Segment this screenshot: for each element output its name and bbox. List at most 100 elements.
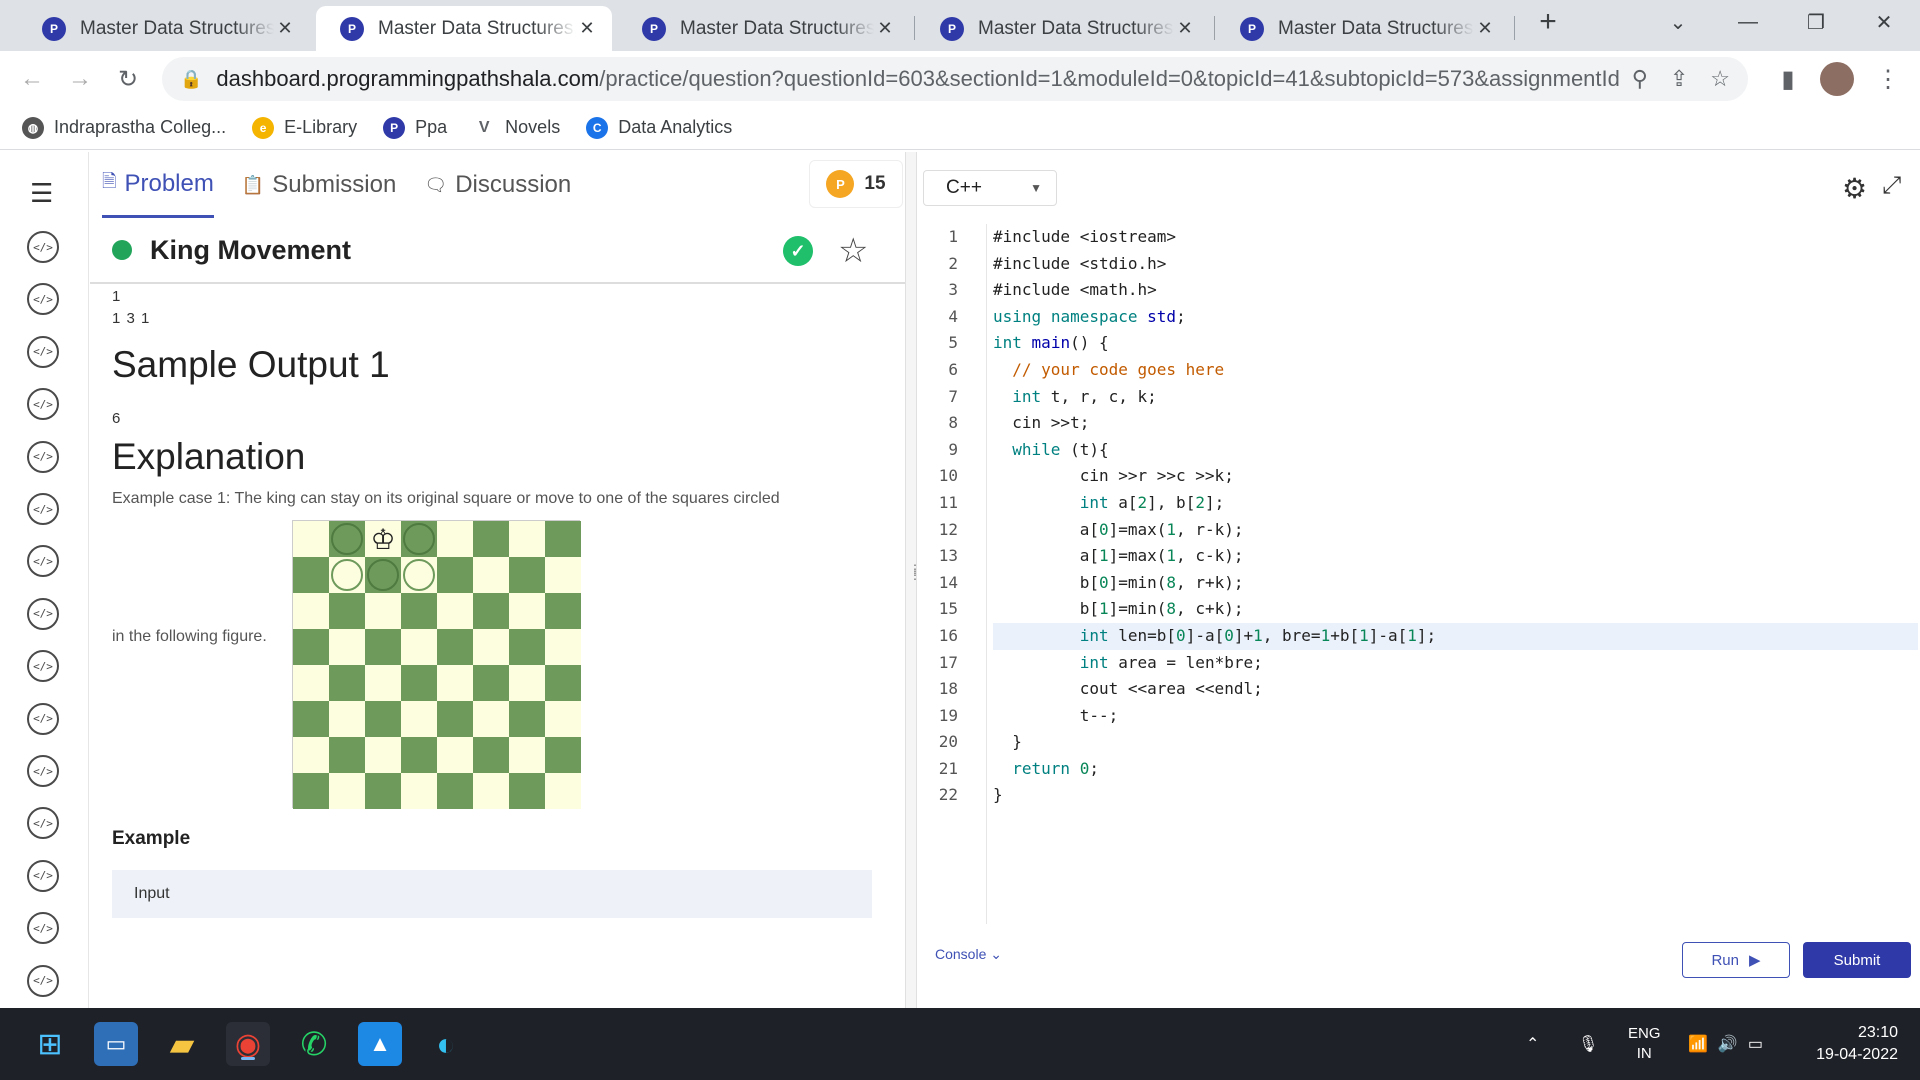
browser-tab-4[interactable]: P Master Data Structures, A ✕ (916, 6, 1210, 51)
zoom-icon[interactable]: ⚲ (1632, 66, 1648, 92)
site-favicon-icon: P (42, 16, 66, 41)
close-tab-icon[interactable]: ✕ (1174, 18, 1196, 39)
tab-discussion[interactable]: 🗨 Discussion (424, 152, 571, 218)
system-status[interactable]: 📶 🔊 ▭ (1688, 1008, 1763, 1080)
tab-problem[interactable]: 🗎 Problem (102, 152, 214, 218)
microphone-icon[interactable]: 🎙 (1578, 1008, 1598, 1080)
question-nav-code-icon[interactable]: </> (27, 964, 59, 997)
run-button[interactable]: Run ▶ (1682, 942, 1790, 978)
browser-menu-icon[interactable]: ⋮ (1870, 61, 1906, 97)
code-line[interactable]: #include <iostream> (993, 224, 1918, 251)
panel-resize-handle[interactable]: ⋮ ⋮ (905, 152, 921, 1008)
question-nav-code-icon[interactable]: </> (27, 283, 59, 316)
question-nav-code-icon[interactable]: </> (27, 231, 59, 263)
address-bar[interactable]: 🔒 dashboard.programmingpathshala.com/pra… (162, 57, 1748, 101)
close-tab-icon[interactable]: ✕ (1474, 18, 1496, 39)
favorite-star-icon[interactable]: ☆ (838, 231, 868, 271)
question-nav-code-icon[interactable]: </> (27, 545, 59, 578)
code-line[interactable]: return 0; (993, 756, 1918, 783)
question-nav-code-icon[interactable]: </> (27, 755, 59, 787)
share-icon[interactable]: ⇪ (1670, 66, 1688, 92)
code-editor[interactable]: 1 2 3 4 5 6 7 8 9 10 11 12 13 14 15 16 17 18 19 20 21 22 #inc… (917, 224, 1920, 924)
question-nav-code-icon[interactable]: </> (27, 650, 59, 683)
code-line[interactable]: b[0]=min(8, r+k); (993, 570, 1918, 597)
submit-button[interactable]: Submit (1803, 942, 1911, 978)
side-panel-icon[interactable]: ▮ (1770, 61, 1806, 97)
problem-tabs: 🗎 Problem 📋 Submission 🗨 Discussion (102, 152, 571, 218)
chess-square (509, 665, 545, 701)
close-tab-icon[interactable]: ✕ (274, 18, 296, 39)
new-tab-button[interactable]: + (1520, 0, 1576, 44)
code-line[interactable]: b[1]=min(8, c+k); (993, 596, 1918, 623)
reload-icon[interactable]: ↻ (110, 61, 146, 97)
code-line[interactable]: // your code goes here (993, 357, 1918, 384)
bookmark-ppa[interactable]: P Ppa (383, 116, 447, 139)
question-nav-code-icon[interactable]: </> (27, 702, 59, 735)
close-tab-icon[interactable]: ✕ (576, 18, 598, 39)
question-nav-code-icon[interactable]: </> (27, 912, 59, 945)
photos-icon[interactable]: ▲ (358, 1022, 402, 1066)
question-nav-code-icon[interactable]: </> (27, 388, 59, 421)
code-line[interactable]: int t, r, c, k; (993, 384, 1918, 411)
restore-icon[interactable]: ❐ (1788, 0, 1844, 44)
site-favicon-icon: P (1240, 16, 1264, 41)
clock[interactable]: 23:10 19-04-2022 (1806, 1008, 1898, 1080)
collapse-menu-icon[interactable]: ☰ (30, 178, 53, 209)
browser-tab-3[interactable]: P Master Data Structures, A ✕ (618, 6, 910, 51)
code-line[interactable]: #include <math.h> (993, 277, 1918, 304)
question-nav-code-icon[interactable]: </> (27, 440, 59, 473)
profile-avatar[interactable] (1820, 62, 1854, 96)
code-line[interactable]: int len=b[0]-a[0]+1, bre=1+b[1]-a[1]; (993, 622, 1918, 650)
browser-tab-5[interactable]: P Master Data Structures, A ✕ (1216, 6, 1510, 51)
edge-icon[interactable]: ◐ (424, 1022, 468, 1066)
settings-gear-icon[interactable]: ⚙ (1842, 172, 1867, 205)
code-line[interactable]: int main() { (993, 330, 1918, 357)
browser-tab-2-active[interactable]: P Master Data Structures, Al ✕ (316, 6, 612, 51)
code-line[interactable]: while (t){ (993, 437, 1918, 464)
question-nav-code-icon[interactable]: </> (27, 859, 59, 892)
bookmark-novels[interactable]: V Novels (473, 116, 560, 139)
code-line[interactable]: } (993, 782, 1918, 809)
explanation-heading: Explanation (112, 436, 306, 477)
browser-tab-1[interactable]: P Master Data Structures, Al ✕ (18, 6, 310, 51)
forward-arrow-icon[interactable]: → (62, 61, 98, 97)
back-arrow-icon[interactable]: ← (14, 61, 50, 97)
chrome-icon[interactable]: ◉ (226, 1022, 270, 1066)
bookmark-e-library[interactable]: e E-Library (252, 116, 357, 139)
bookmark-data-analytics[interactable]: C Data Analytics (586, 116, 732, 139)
code-line[interactable]: cin >>r >>c >>k; (993, 463, 1918, 490)
code-line[interactable]: a[0]=max(1, r-k); (993, 517, 1918, 544)
king-icon: ♔ (370, 523, 396, 555)
code-line[interactable]: using namespace std; (993, 304, 1918, 331)
language-select[interactable]: C++ ▼ (923, 170, 1057, 206)
bookmark-indraprastha[interactable]: ◍ Indraprastha Colleg... (22, 116, 226, 139)
fullscreen-icon[interactable]: ⤢ (1882, 172, 1901, 200)
question-nav-code-icon[interactable]: </> (27, 597, 59, 630)
code-line[interactable]: int a[2], b[2]; (993, 490, 1918, 517)
console-toggle[interactable]: Console ⌄ (935, 946, 1002, 963)
desktop-icon[interactable]: ▭ (94, 1022, 138, 1066)
screen: P Master Data Structures, Al ✕ P Master … (0, 0, 1920, 1080)
code-line[interactable]: a[1]=max(1, c-k); (993, 543, 1918, 570)
minimize-icon[interactable]: — (1720, 0, 1776, 44)
chevron-up-icon[interactable]: ⌃ (1526, 1008, 1539, 1080)
question-nav-code-icon[interactable]: </> (27, 335, 59, 368)
code-line[interactable]: } (993, 729, 1918, 756)
code-lines[interactable]: #include <iostream> #include <stdio.h> #in… (993, 224, 1918, 809)
close-tab-icon[interactable]: ✕ (874, 18, 896, 39)
tab-submission[interactable]: 📋 Submission (242, 152, 396, 218)
file-explorer-icon[interactable]: ▰ (160, 1022, 204, 1066)
code-line[interactable]: cin >>t; (993, 410, 1918, 437)
question-nav-code-icon[interactable]: </> (27, 493, 59, 525)
bookmark-star-icon[interactable]: ☆ (1710, 66, 1730, 92)
whatsapp-icon[interactable]: ✆ (292, 1022, 336, 1066)
close-window-icon[interactable]: ✕ (1856, 0, 1912, 44)
windows-start-icon[interactable]: ⊞ (28, 1022, 72, 1066)
question-nav-code-icon[interactable]: </> (27, 807, 59, 840)
code-line[interactable]: #include <stdio.h> (993, 251, 1918, 278)
code-line[interactable]: int area = len*bre; (993, 650, 1918, 677)
tab-search-chevron-down-icon[interactable]: ⌄ (1650, 0, 1706, 44)
code-line[interactable]: t--; (993, 703, 1918, 730)
code-line[interactable]: cout <<area <<endl; (993, 676, 1918, 703)
language-indicator[interactable]: ENG IN (1628, 1008, 1661, 1080)
